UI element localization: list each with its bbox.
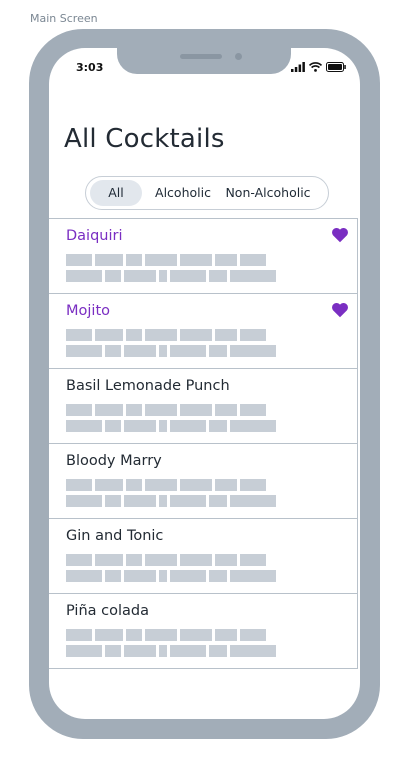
cocktail-list: Daiquiri Mojito Basil Lemonade Punch Blo… [49,218,358,669]
phone-notch [117,48,291,74]
wifi-icon [309,62,322,72]
page-title: All Cocktails [64,124,225,154]
battery-icon [326,62,346,72]
cocktail-name: Bloody Marry [66,453,162,469]
description-placeholder [66,254,276,286]
description-placeholder [66,329,276,361]
cocktail-name: Piña colada [66,603,149,619]
description-placeholder [66,554,276,586]
filter-alcoholic-tab[interactable]: Alcoholic [152,180,214,206]
description-placeholder [66,479,276,511]
signal-icon [291,62,305,72]
canvas-label: Main Screen [30,12,98,25]
cocktail-name: Mojito [66,303,110,319]
heart-icon[interactable] [331,227,349,243]
speaker-grille [180,54,222,59]
front-camera [235,53,242,60]
cocktail-row-gin-and-tonic[interactable]: Gin and Tonic [49,519,358,594]
cocktail-name: Gin and Tonic [66,528,164,544]
cocktail-row-mojito[interactable]: Mojito [49,294,358,369]
status-time: 3:03 [76,61,104,74]
filter-non-alcoholic-tab[interactable]: Non-Alcoholic [222,180,314,206]
phone-frame: 3:03 All Cocktails All Alcoholic Non-Alc… [29,29,380,739]
description-placeholder [66,404,276,436]
cocktail-row-bloody-marry[interactable]: Bloody Marry [49,444,358,519]
cocktail-name: Daiquiri [66,228,123,244]
cocktail-name: Basil Lemonade Punch [66,378,230,394]
cocktail-row-pina-colada[interactable]: Piña colada [49,594,358,669]
filter-segmented-control: All Alcoholic Non-Alcoholic [85,176,329,210]
heart-icon[interactable] [331,302,349,318]
status-icons [291,61,346,73]
cocktail-row-basil-lemonade-punch[interactable]: Basil Lemonade Punch [49,369,358,444]
phone-screen: 3:03 All Cocktails All Alcoholic Non-Alc… [49,48,360,719]
description-placeholder [66,629,276,661]
filter-all-tab[interactable]: All [90,180,142,206]
cocktail-row-daiquiri[interactable]: Daiquiri [49,219,358,294]
